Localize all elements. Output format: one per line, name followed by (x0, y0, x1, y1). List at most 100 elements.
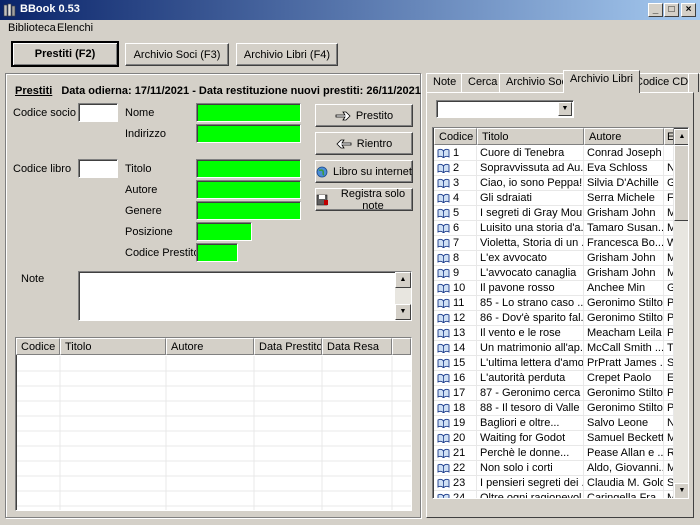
table-row[interactable]: 2 Sopravvissuta ad Au...Eva SchlossN (434, 161, 674, 176)
loans-header-codice[interactable]: Codice (16, 338, 60, 355)
books-header-extra[interactable]: E (664, 128, 674, 145)
table-row[interactable]: 18 88 - Il tesoro di Valle ... Geronimo St… (434, 401, 674, 416)
books-header-autore[interactable]: Autore (584, 128, 664, 145)
tab-note[interactable]: Note (426, 73, 464, 92)
tab-archivio-libri[interactable]: Archivio Libri (563, 70, 640, 93)
books-table[interactable]: Codice Titolo Autore E 1 Cuore di Tenebra… (432, 127, 689, 499)
book-author-cell: Anchee Min (584, 281, 664, 296)
table-row[interactable]: 5 I segreti di Gray Mou...Grisham JohnM (434, 206, 674, 221)
close-button[interactable]: × (681, 3, 696, 17)
table-row[interactable]: 6 Luisito una storia d'a... Tamaro Susan..… (434, 221, 674, 236)
note-scroll-up[interactable]: ▲ (395, 272, 411, 288)
codice-socio-input[interactable] (78, 103, 118, 122)
book-code: 1 (453, 147, 460, 159)
prestito-button[interactable]: Prestito (315, 104, 413, 127)
table-row[interactable]: 21 Perchè le donne...Pease Allan e ...Ri (434, 446, 674, 461)
menu-biblioteca[interactable]: Biblioteca (8, 22, 56, 34)
note-scroll-down[interactable]: ▼ (395, 304, 411, 320)
table-row[interactable]: 20 Waiting for GodotSamuel BeckettM (434, 431, 674, 446)
table-row[interactable]: 11 85 - Lo strano caso ... Geronimo Stilto… (434, 296, 674, 311)
loans-header-data-resa[interactable]: Data Resa (322, 338, 392, 355)
books-header-codice[interactable]: Codice (434, 128, 477, 145)
book-author-cell: Samuel Beckett (584, 431, 664, 446)
book-title-cell: Gli sdraiati (477, 191, 584, 206)
page-headline: Prestiti Data odierna: 17/11/2021 - Data… (15, 85, 421, 97)
book-author-cell: Francesca Bo... (584, 236, 664, 251)
loans-header-titolo[interactable]: Titolo (60, 338, 166, 355)
book-code-cell: 23 (434, 476, 477, 491)
table-row[interactable]: 13 Il vento e le roseMeacham LeilaPi (434, 326, 674, 341)
table-row[interactable]: 3 Ciao, io sono Peppa!Silvia D'AchilleGi (434, 176, 674, 191)
table-row[interactable]: 14 Un matrimonio all'ap... McCall Smith ..… (434, 341, 674, 356)
maximize-button[interactable]: □ (664, 3, 679, 17)
prestiti-button[interactable]: Prestiti (F2) (11, 41, 119, 67)
book-code-cell: 12 (434, 311, 477, 326)
loans-table[interactable]: Codice Titolo Autore Data Prestito Data … (15, 337, 412, 511)
rientro-button[interactable]: Rientro (315, 132, 413, 155)
nome-label: Nome (125, 107, 155, 119)
table-row[interactable]: 1 Cuore di Tenebra Conrad Joseph (434, 146, 674, 161)
table-row[interactable]: 15 L'ultima lettera d'amore PrPratt James … (434, 356, 674, 371)
book-code: 22 (453, 462, 466, 474)
table-row[interactable]: 4 Gli sdraiatiSerra MicheleFe (434, 191, 674, 206)
codice-prestito-label: Codice Prestito (125, 247, 200, 259)
book-author-cell: Grisham John (584, 251, 664, 266)
table-row[interactable]: 24 Oltre ogni ragionevol... Caringella Fra… (434, 491, 674, 498)
menu-bar: Biblioteca Elenchi (0, 20, 700, 38)
books-scroll-down[interactable]: ▼ (674, 483, 688, 498)
genere-field (196, 201, 301, 220)
archivio-soci-button[interactable]: Archivio Soci (F3) (125, 43, 229, 66)
book-author-cell: McCall Smith ... (584, 341, 664, 356)
table-row[interactable]: 19 Bagliori e oltre...Salvo LeoneNi (434, 416, 674, 431)
table-row[interactable]: 17 87 - Geronimo cerca ... Geronimo Stilto… (434, 386, 674, 401)
codice-libro-input[interactable] (78, 159, 118, 178)
minimize-button[interactable]: _ (648, 3, 663, 17)
book-title-cell: 87 - Geronimo cerca ... (477, 386, 584, 401)
book-icon (437, 343, 450, 353)
loans-header-autore[interactable]: Autore (166, 338, 254, 355)
books-scrollbar[interactable]: ▲ ▼ (674, 129, 688, 498)
registra-note-button[interactable]: Registra solo note (315, 188, 413, 212)
book-author-cell: Pease Allan e ... (584, 446, 664, 461)
table-row[interactable]: 22 Non solo i cortiAldo, Giovanni...M (434, 461, 674, 476)
note-scrollbar[interactable]: ▲ ▼ (395, 272, 411, 320)
menu-elenchi[interactable]: Elenchi (57, 22, 93, 34)
table-row[interactable]: 23 I pensieri segreti dei ... Claudia M. G… (434, 476, 674, 491)
books-header-titolo[interactable]: Titolo (477, 128, 584, 145)
book-extra-cell: Sc (664, 356, 674, 371)
books-scroll-thumb[interactable] (674, 145, 688, 221)
book-code-cell: 20 (434, 431, 477, 446)
loans-header-filler (392, 338, 411, 355)
book-extra-cell: M (664, 251, 674, 266)
book-title-cell: Bagliori e oltre... (477, 416, 584, 431)
table-row[interactable]: 16 L'autorità perdutaCrepet PaoloEi (434, 371, 674, 386)
table-row[interactable]: 8 L'ex avvocatoGrisham JohnM (434, 251, 674, 266)
table-row[interactable]: 10 Il pavone rossoAnchee MinGi (434, 281, 674, 296)
combo-dropdown-arrow[interactable]: ▼ (558, 102, 572, 116)
book-code: 19 (453, 417, 466, 429)
book-title-cell: L'ex avvocato (477, 251, 584, 266)
book-icon (437, 253, 450, 263)
book-title-cell: 88 - Il tesoro di Valle ... (477, 401, 584, 416)
book-extra-cell: Pi (664, 386, 674, 401)
book-code-cell: 10 (434, 281, 477, 296)
loans-header-data-prestito[interactable]: Data Prestito (254, 338, 322, 355)
tab-cerca[interactable]: Cerca (461, 73, 505, 92)
archivio-libri-button[interactable]: Archivio Libri (F4) (236, 43, 338, 66)
table-row[interactable]: 12 86 - Dov'è sparito fal... Geronimo Stil… (434, 311, 674, 326)
note-textarea[interactable]: ▲ ▼ (78, 271, 412, 321)
book-icon (437, 148, 450, 158)
indirizzo-label: Indirizzo (125, 128, 166, 140)
books-scroll-up[interactable]: ▲ (674, 129, 688, 145)
libro-internet-button[interactable]: Libro su internet (315, 160, 413, 183)
filter-combo[interactable]: ▼ (436, 100, 574, 118)
book-title-cell: I segreti di Gray Mou... (477, 206, 584, 221)
book-code: 15 (453, 357, 466, 369)
book-code: 10 (453, 282, 466, 294)
book-code-cell: 9 (434, 266, 477, 281)
table-row[interactable]: 9 L'avvocato canagliaGrisham JohnM (434, 266, 674, 281)
book-code-cell: 22 (434, 461, 477, 476)
table-row[interactable]: 7 Violetta, Storia di un ... Francesca Bo.… (434, 236, 674, 251)
book-extra-cell: Ri (664, 446, 674, 461)
book-icon (437, 493, 450, 498)
